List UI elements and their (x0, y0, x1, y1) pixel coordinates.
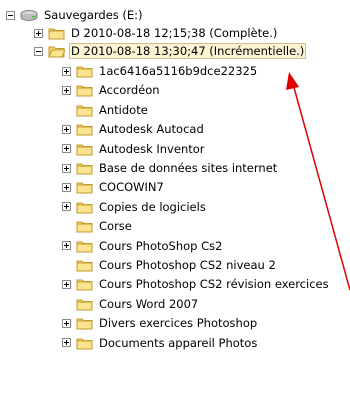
folder-icon (76, 318, 93, 330)
expand-toggle-icon[interactable] (62, 163, 71, 173)
tree-item-label: Base de données sites internet (99, 161, 278, 175)
tree-item-folder[interactable]: Cours Photoshop CS2 révision exercices (62, 275, 331, 293)
tree-item-label: Documents appareil Photos (99, 335, 258, 350)
expand-toggle-icon[interactable] (62, 241, 71, 251)
tree-item-label: Cours Photoshop CS2 révision exercices (99, 277, 329, 292)
tree-item-label-selected: D 2010-08-18 13;30;47 (Incrémentielle.) (69, 43, 307, 59)
expand-toggle-icon[interactable] (62, 144, 71, 154)
tree-item-folder[interactable]: Cours Word 2007 (62, 295, 200, 313)
folder-open-icon (48, 46, 65, 58)
folder-icon (76, 144, 93, 156)
tree-item-backup-incremental[interactable]: D 2010-08-18 13;30;47 (Incrémentielle.) (34, 42, 307, 60)
tree-item-folder[interactable]: Copies de logiciels (62, 198, 208, 216)
tree-item-label: Divers exercices Photoshop (99, 316, 258, 331)
tree-item-label: Corse (99, 219, 132, 234)
expand-toggle-icon[interactable] (62, 182, 71, 192)
folder-icon (76, 221, 93, 233)
folder-icon (76, 105, 93, 117)
folder-icon (76, 279, 93, 291)
tree-item-label: Cours Photoshop CS2 niveau 2 (99, 258, 276, 272)
folder-icon (76, 85, 93, 97)
tree-item-label: 1ac6416a5116b9dce22325 (99, 64, 258, 78)
tree-item-label: Autodesk Inventor (99, 141, 205, 156)
tree-item-label: Cours PhotoShop Cs2 (99, 238, 223, 253)
tree-item-folder[interactable]: Documents appareil Photos (62, 334, 259, 352)
expand-toggle-icon[interactable] (62, 66, 71, 76)
folder-icon (76, 163, 93, 175)
tree-item-folder[interactable]: Corse (62, 217, 134, 235)
tree-item-root-drive[interactable]: Sauvegardes (E:) (6, 6, 145, 24)
expand-toggle-icon[interactable] (62, 124, 71, 134)
tree-item-folder[interactable]: COCOWIN7 (62, 178, 166, 196)
folder-icon (76, 338, 93, 350)
tree-item-folder[interactable]: Autodesk Autocad (62, 120, 206, 138)
folder-icon (76, 260, 93, 272)
tree-item-folder[interactable]: Divers exercices Photoshop (62, 314, 259, 332)
folder-icon (76, 299, 93, 311)
tree-item-folder[interactable]: 1ac6416a5116b9dce22325 (62, 62, 259, 80)
tree-item-folder[interactable]: Cours Photoshop CS2 niveau 2 (62, 256, 278, 274)
expand-toggle-icon[interactable] (62, 85, 71, 95)
tree-item-label: Accordéon (99, 83, 160, 98)
tree-item-folder[interactable]: Antidote (62, 101, 150, 119)
tree-item-label: Cours Word 2007 (99, 296, 199, 311)
folder-icon (76, 202, 93, 214)
tree-item-label: Autodesk Autocad (99, 122, 204, 137)
tree-item-label: Antidote (99, 102, 148, 117)
tree-item-label: Sauvegardes (E:) (44, 8, 143, 22)
tree-item-label: D 2010-08-18 12;15;38 (Complète.) (71, 26, 278, 40)
expand-toggle-icon[interactable] (62, 318, 71, 328)
expand-toggle-icon[interactable] (62, 338, 71, 348)
tree-item-folder[interactable]: Accordéon (62, 81, 162, 99)
collapse-toggle-icon[interactable] (34, 46, 43, 56)
folder-icon (76, 124, 93, 136)
folder-icon (76, 182, 93, 194)
collapse-toggle-icon[interactable] (6, 10, 15, 20)
folder-icon (76, 66, 93, 78)
folder-icon (48, 28, 65, 40)
drive-icon (20, 10, 38, 21)
tree-item-label: COCOWIN7 (99, 180, 164, 195)
tree-item-folder[interactable]: Cours PhotoShop Cs2 (62, 237, 224, 255)
folder-icon (76, 241, 93, 253)
tree-item-backup-complete[interactable]: D 2010-08-18 12;15;38 (Complète.) (34, 24, 279, 42)
tree-item-folder[interactable]: Autodesk Inventor (62, 140, 207, 158)
expand-toggle-icon[interactable] (34, 28, 43, 38)
expand-toggle-icon[interactable] (62, 202, 71, 212)
tree-item-label: Copies de logiciels (99, 199, 206, 214)
tree-item-folder[interactable]: Base de données sites internet (62, 159, 279, 177)
expand-toggle-icon[interactable] (62, 279, 71, 289)
